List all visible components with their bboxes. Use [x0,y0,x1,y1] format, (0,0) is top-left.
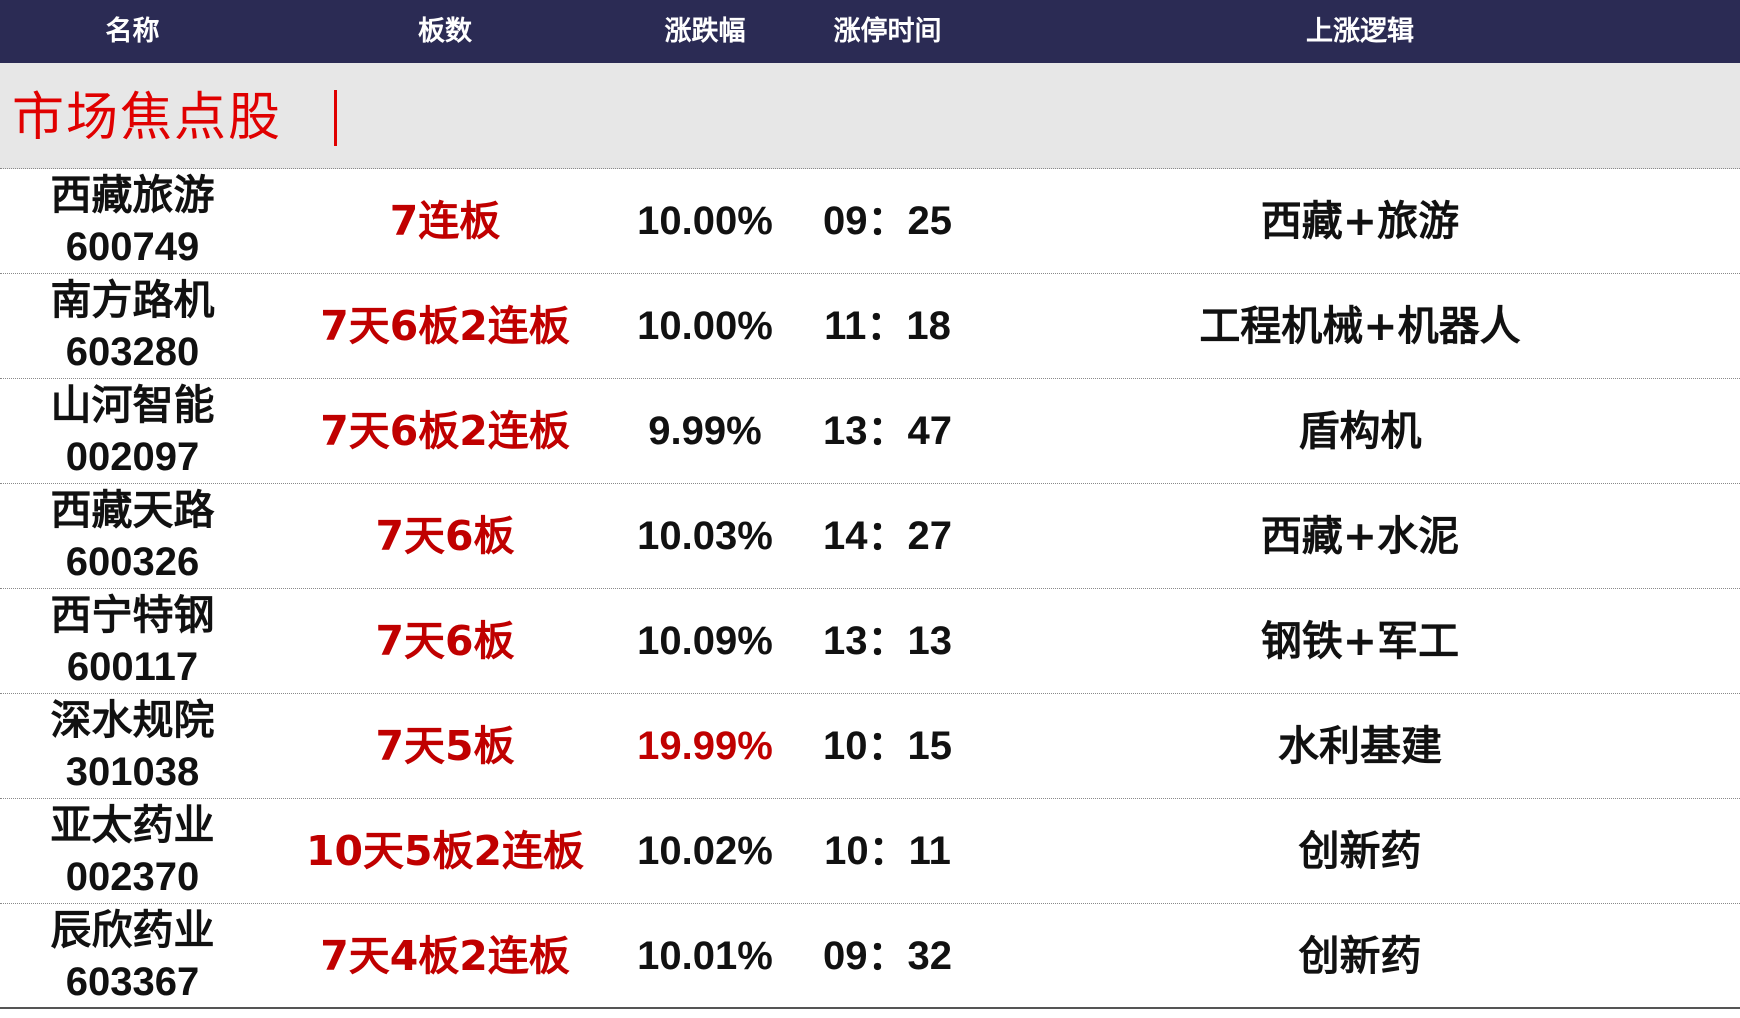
header-limit-time: 涨停时间 [833,16,942,47]
stock-name: 深水规院 [50,696,215,744]
change-percent: 10.09% [637,619,773,663]
section-divider-bar [334,90,337,146]
header-logic: 上涨逻辑 [1306,16,1414,47]
stock-code: 600326 [65,540,200,584]
table-row: 深水规院 301038 7天5板 19.99% 10：15 水利基建 [0,694,1740,799]
table-row: 西藏天路 600326 7天6板 10.03% 14：27 西藏+水泥 [0,484,1740,589]
table-header: 名称 板数 涨跌幅 涨停时间 上涨逻辑 [0,0,1740,63]
stock-code: 600117 [66,645,199,689]
header-change: 涨跌幅 [664,16,746,47]
table-row: 西藏旅游 600749 7连板 10.00% 09：25 西藏+旅游 [0,169,1740,274]
rise-logic: 水利基建 [1278,722,1442,770]
stock-name-cell: 南方路机 603280 [20,274,245,379]
stock-name: 西藏天路 [50,486,215,534]
limit-up-time: 09：32 [823,934,952,978]
stock-code: 603367 [65,960,200,1004]
stock-name-cell: 深水规院 301038 [20,694,245,799]
section-title: 市场焦点股 [12,88,283,148]
stock-code: 002097 [65,435,200,479]
stock-name: 辰欣药业 [50,906,215,954]
header-boards: 板数 [418,16,472,47]
table-row: 山河智能 002097 7天6板2连板 9.99% 13：47 盾构机 [0,379,1740,484]
limit-up-time: 13：13 [823,619,952,663]
limit-up-time: 14：27 [823,514,952,558]
change-percent: 10.03% [637,514,773,558]
header-name: 名称 [105,16,160,47]
stock-name-cell: 西藏天路 600326 [20,484,245,589]
change-percent: 10.01% [637,934,773,978]
stock-name: 西藏旅游 [50,171,215,219]
stock-name-cell: 亚太药业 002370 [20,799,245,904]
table-body: 西藏旅游 600749 7连板 10.00% 09：25 西藏+旅游 南方路机 … [0,169,1740,1009]
stock-name-cell: 山河智能 002097 [20,379,245,484]
rise-logic: 钢铁+军工 [1260,617,1460,665]
table-row: 西宁特钢 600117 7天6板 10.09% 13：13 钢铁+军工 [0,589,1740,694]
limit-up-time: 11：18 [824,304,951,348]
board-count: 7连板 [389,197,501,245]
board-count: 7天6板 [375,617,515,665]
change-percent: 10.00% [637,199,773,243]
stock-code: 002370 [65,855,200,899]
board-count: 10天5板2连板 [305,827,585,875]
change-percent: 9.99% [648,409,762,453]
board-count: 7天6板 [375,512,515,560]
limit-up-time: 09：25 [823,199,952,243]
stock-code: 603280 [65,330,200,374]
stock-name: 亚太药业 [50,801,215,849]
stock-code: 301038 [65,750,200,794]
rise-logic: 西藏+旅游 [1260,197,1460,245]
board-count: 7天4板2连板 [320,932,570,980]
board-count: 7天6板2连板 [320,302,570,350]
change-percent: 10.02% [637,829,773,873]
board-count: 7天6板2连板 [320,407,570,455]
stock-name: 南方路机 [50,276,215,324]
stock-name-cell: 西藏旅游 600749 [20,169,245,274]
limit-up-time: 10：11 [824,829,951,873]
board-count: 7天5板 [375,722,515,770]
stock-table: 名称 板数 涨跌幅 涨停时间 上涨逻辑 市场焦点股 西藏旅游 600749 7连… [0,0,1740,1018]
table-row: 南方路机 603280 7天6板2连板 10.00% 11：18 工程机械+机器… [0,274,1740,379]
rise-logic: 创新药 [1298,932,1422,980]
change-percent: 10.00% [637,304,773,348]
rise-logic: 盾构机 [1298,407,1422,455]
stock-name-cell: 辰欣药业 603367 [20,904,245,1009]
stock-name: 山河智能 [50,381,215,429]
rise-logic: 工程机械+机器人 [1199,302,1521,350]
stock-name: 西宁特钢 [50,591,215,639]
table-row: 辰欣药业 603367 7天4板2连板 10.01% 09：32 创新药 [0,904,1740,1009]
change-percent: 19.99% [637,724,773,768]
stock-code: 600749 [65,225,200,269]
rise-logic: 西藏+水泥 [1260,512,1460,560]
section-banner: 市场焦点股 [0,63,1740,169]
table-row: 亚太药业 002370 10天5板2连板 10.02% 10：11 创新药 [0,799,1740,904]
limit-up-time: 13：47 [823,409,952,453]
limit-up-time: 10：15 [823,724,952,768]
rise-logic: 创新药 [1298,827,1422,875]
stock-name-cell: 西宁特钢 600117 [20,589,245,694]
